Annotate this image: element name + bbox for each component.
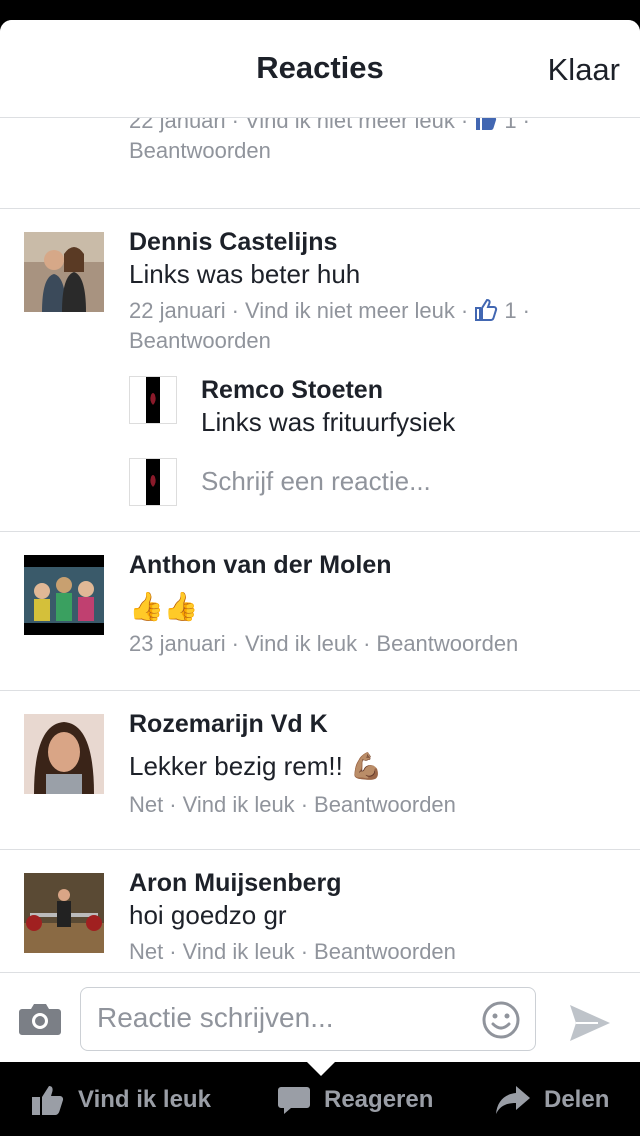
avatar[interactable] xyxy=(24,555,104,635)
avatar-photo xyxy=(24,232,104,312)
commenter-name[interactable]: Anthon van der Molen xyxy=(129,549,620,581)
reply-link[interactable]: Beantwoorden xyxy=(314,939,456,964)
like-link[interactable]: Vind ik leuk xyxy=(183,939,295,964)
comment-text: Links was beter huh xyxy=(129,259,361,289)
speech-bubble-icon xyxy=(278,1087,310,1114)
comment-meta: 22 januari · Vind ik niet meer leuk · 1 · xyxy=(129,298,530,323)
partial-comment: 22 januari · Vind ik niet meer leuk · 1 · Be… xyxy=(129,118,536,166)
comment-date: 22 januari xyxy=(129,118,226,133)
sheet-caret xyxy=(307,1062,335,1076)
like-action-label: Vind ik leuk xyxy=(78,1086,211,1113)
comment-body: Anthon van der Molen 👍👍 23 januari · Vind … xyxy=(129,549,620,659)
comments-sheet: Reacties Klaar 22 januari · Vind ik niet m… xyxy=(0,20,640,1062)
reply-link[interactable]: Beantwoorden xyxy=(376,631,518,656)
like-count: 1 xyxy=(504,298,517,323)
avatar-photo xyxy=(24,873,104,953)
comment-meta: Net · Vind ik leuk · Beantwoorden xyxy=(129,792,456,817)
unlike-link[interactable]: Vind ik niet meer leuk xyxy=(245,118,455,133)
thumbs-up-icon xyxy=(476,118,497,130)
avatar-photo xyxy=(130,377,176,423)
commenter-name[interactable]: Aron Muijsenberg xyxy=(129,867,620,899)
avatar[interactable] xyxy=(129,376,177,424)
commenter-name[interactable]: Rozemarijn Vd K xyxy=(129,708,620,740)
smiley-icon[interactable] xyxy=(481,1000,521,1040)
commenter-name[interactable]: Dennis Castelijns xyxy=(129,226,620,258)
comment-meta: Net · Vind ik leuk · Beantwoorden xyxy=(129,939,456,964)
camera-icon[interactable] xyxy=(18,1001,62,1037)
thumbs-up-icon xyxy=(32,1086,64,1115)
comment-text: 👍👍 xyxy=(129,591,199,622)
comment-placeholder[interactable]: Reactie schrijven... xyxy=(97,1002,334,1034)
comment-item: Aron Muijsenberg hoi goedzo gr Net · Vind … xyxy=(0,849,640,972)
comment-date: Net xyxy=(129,939,164,964)
comment-body: Dennis Castelijns Links was beter huh 22… xyxy=(129,226,620,356)
comment-date: Net xyxy=(129,792,164,817)
done-button[interactable]: Klaar xyxy=(548,52,620,88)
share-arrow-icon xyxy=(496,1086,530,1114)
comment-text: hoi goedzo gr xyxy=(129,900,287,930)
avatar xyxy=(129,458,177,506)
comment-item: Anthon van der Molen 👍👍 23 januari · Vind … xyxy=(0,531,640,690)
like-count: 1 xyxy=(504,118,517,133)
avatar-photo xyxy=(24,555,104,635)
avatar-photo xyxy=(130,459,176,505)
commenter-name[interactable]: Remco Stoeten xyxy=(201,374,620,406)
share-action-label: Delen xyxy=(544,1086,610,1113)
comment-text: Lekker bezig rem!! 💪🏽 xyxy=(129,751,383,781)
like-action-button[interactable]: Vind ik leuk xyxy=(32,1080,211,1120)
unlike-link[interactable]: Vind ik niet meer leuk xyxy=(245,298,455,323)
comment-action-label: Reageren xyxy=(324,1086,434,1113)
reply-link[interactable]: Beantwoorden xyxy=(314,792,456,817)
comment-composer: Reactie schrijven... xyxy=(0,972,640,1062)
comment-body: Rozemarijn Vd K Lekker bezig rem!! 💪🏽 Ne… xyxy=(129,708,620,820)
reply-input[interactable]: Schrijf een reactie... xyxy=(201,466,620,497)
share-action-button[interactable]: Delen xyxy=(496,1080,609,1120)
send-icon[interactable] xyxy=(568,1003,612,1043)
reply-link[interactable]: Beantwoorden xyxy=(129,326,620,356)
comment-meta: 23 januari · Vind ik leuk · Beantwoorden xyxy=(129,631,519,656)
comment-item: Rozemarijn Vd K Lekker bezig rem!! 💪🏽 Ne… xyxy=(0,690,640,849)
comment-action-button[interactable]: Reageren xyxy=(278,1080,433,1120)
comment-input[interactable]: Reactie schrijven... xyxy=(80,987,536,1051)
avatar[interactable] xyxy=(24,714,104,794)
page-title: Reacties xyxy=(256,50,384,85)
header: Reacties Klaar xyxy=(0,20,640,118)
like-link[interactable]: Vind ik leuk xyxy=(183,792,295,817)
comment-list[interactable]: 22 januari · Vind ik niet meer leuk · 1 · Be… xyxy=(0,118,640,972)
avatar-photo xyxy=(24,714,104,794)
reply-link[interactable]: Beantwoorden xyxy=(129,136,536,166)
comment-meta: 22 januari · Vind ik niet meer leuk · 1 · xyxy=(129,118,536,136)
comment-date: 23 januari xyxy=(129,631,226,656)
thumbs-up-icon xyxy=(475,298,498,321)
avatar[interactable] xyxy=(24,232,104,312)
reply-item: Remco Stoeten Links was frituurfysiek xyxy=(201,374,620,438)
comment-body: Aron Muijsenberg hoi goedzo gr Net · Vind … xyxy=(129,867,620,967)
reply-placeholder[interactable]: Schrijf een reactie... xyxy=(201,466,431,496)
comment-text: Links was frituurfysiek xyxy=(201,407,456,437)
comment-date: 22 januari xyxy=(129,298,226,323)
like-link[interactable]: Vind ik leuk xyxy=(245,631,357,656)
avatar[interactable] xyxy=(24,873,104,953)
